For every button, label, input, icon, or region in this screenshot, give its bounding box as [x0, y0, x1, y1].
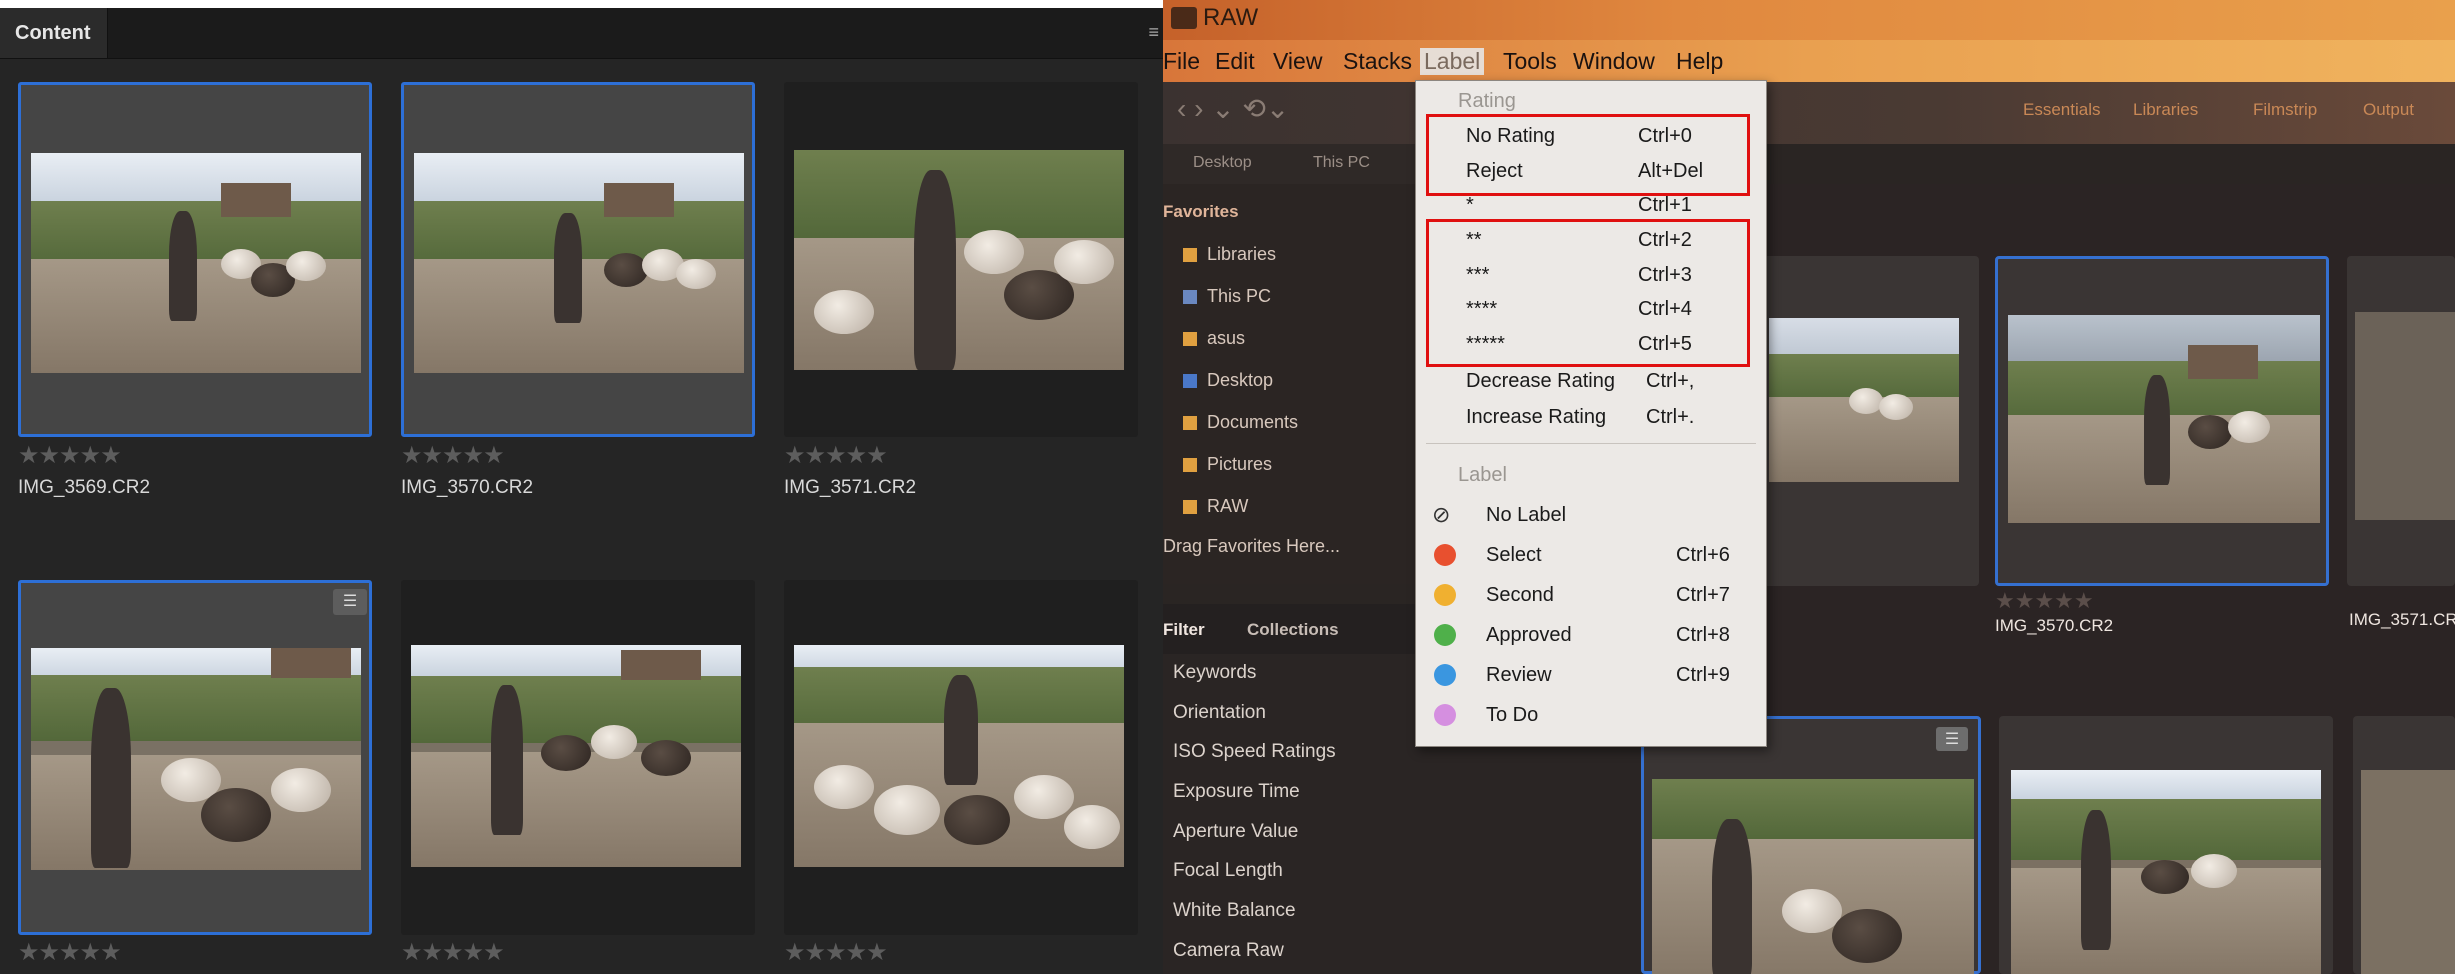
thumbnail-card[interactable]: [401, 82, 755, 437]
photo-thumbnail: [31, 153, 361, 373]
breadcrumb-this-pc[interactable]: This PC: [1313, 154, 1370, 172]
menu-item-no-label[interactable]: ⊘ No Label: [1416, 498, 1766, 532]
rating-stars[interactable]: ★★★★★: [18, 441, 122, 470]
app-icon: [1171, 7, 1197, 29]
filter-aperture-value[interactable]: Aperture Value: [1173, 821, 1298, 843]
adjustments-icon[interactable]: ☰: [1936, 727, 1968, 751]
tab-collections[interactable]: Collections: [1247, 620, 1339, 640]
menu-stacks[interactable]: Stacks: [1343, 48, 1412, 75]
menu-tools[interactable]: Tools: [1503, 48, 1557, 75]
filter-exposure-time[interactable]: Exposure Time: [1173, 781, 1300, 803]
thumbnail-card[interactable]: [2353, 716, 2455, 974]
rating-stars[interactable]: ★★★★★: [1995, 588, 2094, 614]
rating-stars[interactable]: ★★★★★: [784, 441, 888, 470]
filter-keywords[interactable]: Keywords: [1173, 662, 1256, 684]
menu-label[interactable]: Label: [1420, 48, 1485, 75]
workspace-output[interactable]: Output: [2363, 100, 2414, 120]
favorite-this-pc[interactable]: This PC: [1183, 286, 1271, 307]
favorites-header[interactable]: Favorites: [1163, 202, 1239, 222]
menu-item-decrease-rating[interactable]: Decrease Rating Ctrl+,: [1416, 364, 1766, 398]
top-strip: [0, 0, 1163, 8]
content-panel: Content ≡ ★★★★★ IMG_3569.CR2 ★★★★★ IMG_3…: [0, 0, 1163, 974]
favorite-documents[interactable]: Documents: [1183, 412, 1298, 433]
photo-thumbnail: [31, 648, 361, 870]
filter-iso[interactable]: ISO Speed Ratings: [1173, 741, 1336, 763]
favorite-raw[interactable]: RAW: [1183, 496, 1248, 517]
title-bar: RAW: [1163, 0, 2455, 40]
green-label-icon: [1434, 624, 1456, 646]
favorites-hint: Drag Favorites Here...: [1163, 536, 1341, 556]
workspace-essentials[interactable]: Essentials: [2023, 100, 2100, 120]
favorite-desktop[interactable]: Desktop: [1183, 370, 1273, 391]
workspace-filmstrip[interactable]: Filmstrip: [2253, 100, 2317, 120]
blue-label-icon: [1434, 664, 1456, 686]
filter-white-balance[interactable]: White Balance: [1173, 900, 1296, 922]
menu-help[interactable]: Help: [1676, 48, 1723, 75]
menu-item-to-do[interactable]: To Do: [1416, 698, 1766, 732]
thumbnail-card[interactable]: [784, 580, 1138, 935]
thumbnail-card[interactable]: [1995, 256, 2329, 586]
no-label-icon: ⊘: [1432, 502, 1451, 527]
panel-menu-icon[interactable]: ≡: [1148, 22, 1159, 43]
menu-item-second[interactable]: Second Ctrl+7: [1416, 578, 1766, 612]
tab-content[interactable]: Content: [0, 8, 108, 58]
thumbnail-card[interactable]: [784, 82, 1138, 437]
rating-stars[interactable]: ★★★★★: [18, 938, 122, 967]
thumbnail-card[interactable]: [18, 82, 372, 437]
label-menu: Rating No Rating Ctrl+0 Reject Alt+Del * Ct…: [1415, 80, 1767, 747]
file-name: IMG_3569.CR2: [18, 477, 151, 498]
purple-label-icon: [1434, 704, 1456, 726]
file-name: IMG_3570.CR2: [1995, 616, 2114, 635]
label-section-header: Label: [1458, 464, 1507, 486]
thumbnail-card[interactable]: [401, 580, 755, 935]
adjustments-icon[interactable]: ☰: [333, 589, 367, 615]
favorite-asus[interactable]: asus: [1183, 328, 1245, 349]
menu-window[interactable]: Window: [1573, 48, 1655, 75]
tab-bar: Content ≡: [0, 8, 1163, 59]
rating-stars[interactable]: ★★★★★: [401, 441, 505, 470]
menu-item-select[interactable]: Select Ctrl+6: [1416, 538, 1766, 572]
yellow-label-icon: [1434, 584, 1456, 606]
rating-stars[interactable]: ★★★★★: [784, 938, 888, 967]
breadcrumb: Desktop This PC: [1163, 144, 1423, 184]
file-name: IMG_3570.CR2: [401, 477, 534, 498]
filter-orientation[interactable]: Orientation: [1173, 702, 1266, 724]
thumbnail-card[interactable]: [1999, 716, 2333, 974]
highlight-box: [1426, 114, 1750, 196]
filter-camera-raw[interactable]: Camera Raw: [1173, 940, 1284, 962]
rating-stars[interactable]: ★★★★★: [401, 938, 505, 967]
red-label-icon: [1434, 544, 1456, 566]
window-title: RAW: [1203, 4, 1259, 31]
thumbnail-card[interactable]: ☰: [18, 580, 372, 935]
tab-filter[interactable]: Filter: [1163, 620, 1205, 640]
photo-thumbnail: [794, 645, 1124, 867]
menu-view[interactable]: View: [1273, 48, 1322, 75]
photo-thumbnail: [414, 153, 744, 373]
bridge-window-photo: RAW File Edit View Stacks Label Tools Wi…: [1163, 0, 2455, 974]
thumbnail-card[interactable]: [2347, 256, 2455, 586]
menu-item-approved[interactable]: Approved Ctrl+8: [1416, 618, 1766, 652]
highlight-box: [1426, 219, 1750, 367]
favorite-libraries[interactable]: Libraries: [1183, 244, 1276, 265]
favorite-pictures[interactable]: Pictures: [1183, 454, 1272, 475]
file-name: IMG_3571.CR2: [2349, 610, 2455, 629]
nav-back-forward-icon[interactable]: ‹ › ⌄ ⟲⌄: [1177, 92, 1289, 125]
workspace-libraries[interactable]: Libraries: [2133, 100, 2198, 120]
menu-item-review[interactable]: Review Ctrl+9: [1416, 658, 1766, 692]
photo-thumbnail: [794, 150, 1124, 370]
menu-separator: [1426, 443, 1756, 444]
rating-section-header: Rating: [1458, 90, 1516, 112]
breadcrumb-desktop[interactable]: Desktop: [1193, 154, 1252, 172]
thumbnail-card[interactable]: ☰: [1641, 716, 1981, 974]
photo-thumbnail: [411, 645, 741, 867]
menu-edit[interactable]: Edit: [1215, 48, 1255, 75]
menu-file[interactable]: File: [1163, 48, 1200, 75]
file-name: IMG_3571.CR2: [784, 477, 917, 498]
filter-focal-length[interactable]: Focal Length: [1173, 860, 1283, 882]
menu-item-increase-rating[interactable]: Increase Rating Ctrl+.: [1416, 400, 1766, 434]
